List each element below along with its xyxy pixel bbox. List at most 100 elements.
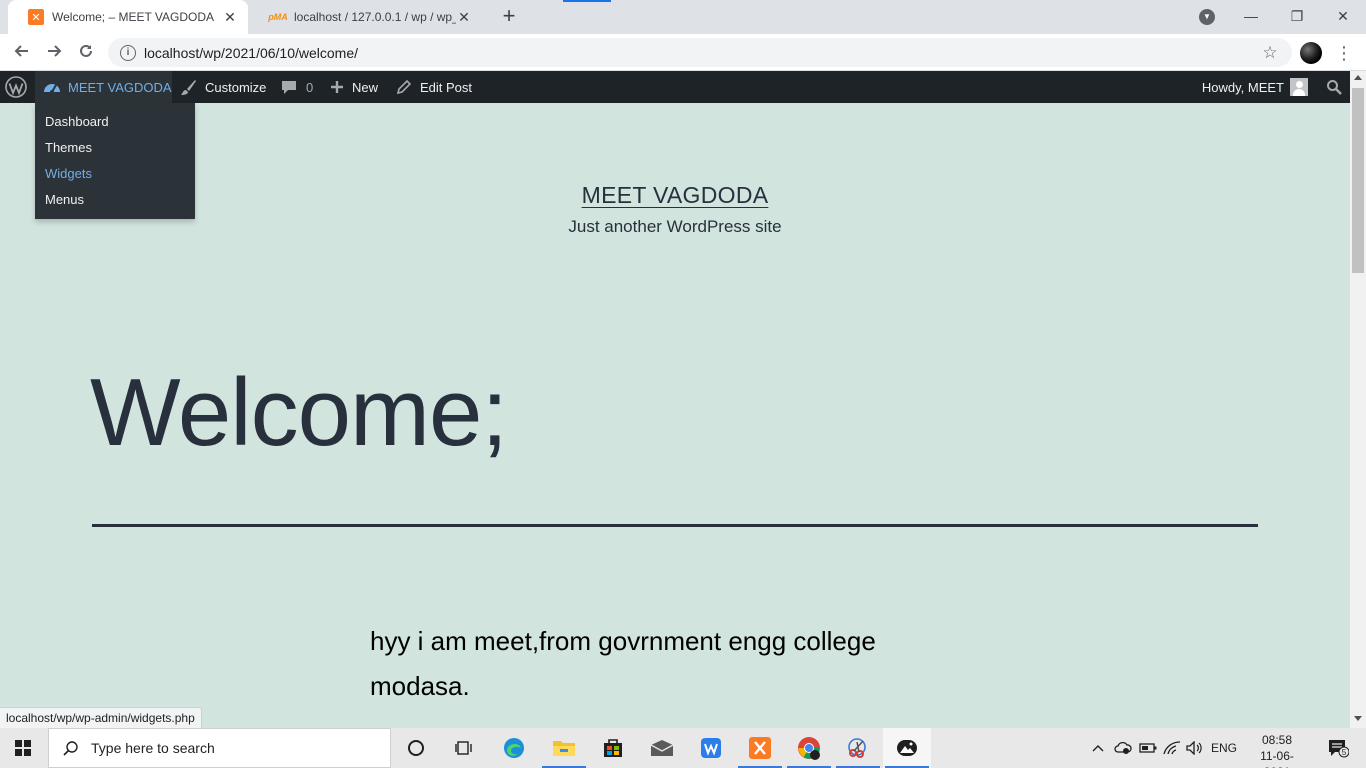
site-description: Just another WordPress site xyxy=(568,217,782,236)
show-hidden-icons-button[interactable] xyxy=(1088,728,1108,768)
forward-button[interactable] xyxy=(40,39,68,67)
wps-office-taskbar-icon[interactable] xyxy=(687,728,735,768)
battery-tray-icon[interactable] xyxy=(1137,728,1159,768)
clock-time: 08:58 xyxy=(1261,733,1293,747)
my-account-menu[interactable]: Howdy, MEET xyxy=(1202,71,1308,103)
cortana-button[interactable] xyxy=(392,728,440,768)
clock-date: 11-06-2021 xyxy=(1260,749,1294,768)
page-content: MEET VAGDODA Just another WordPress site… xyxy=(0,103,1350,728)
edge-taskbar-icon[interactable] xyxy=(490,728,538,768)
action-center-button[interactable]: 5 xyxy=(1318,728,1358,768)
taskbar-clock[interactable]: 08:58 11-06-2021 xyxy=(1248,732,1306,768)
volume-tray-icon[interactable] xyxy=(1184,728,1206,768)
forward-arrow-icon xyxy=(48,45,62,57)
speaker-icon xyxy=(1186,741,1202,755)
mail-taskbar-icon[interactable] xyxy=(638,728,686,768)
edit-post-link[interactable]: Edit Post xyxy=(396,71,472,103)
chrome-taskbar-icon[interactable] xyxy=(785,728,833,768)
store-bag-icon xyxy=(604,739,622,757)
page-scrollbar[interactable] xyxy=(1350,71,1366,728)
howdy-label: Howdy, MEET xyxy=(1201,79,1284,95)
scroll-down-icon[interactable] xyxy=(1354,716,1362,721)
notification-count: 5 xyxy=(1342,748,1347,757)
dropdown-item-themes[interactable]: Themes xyxy=(35,135,195,161)
wordpress-logo-menu[interactable] xyxy=(5,71,27,103)
wifi-icon xyxy=(1163,741,1181,755)
chrome-browser-icon xyxy=(798,737,820,760)
restore-window-button[interactable]: ❐ xyxy=(1274,3,1320,29)
close-tab-icon[interactable]: ✕ xyxy=(456,9,472,26)
start-button[interactable] xyxy=(0,728,46,768)
battery-icon xyxy=(1139,743,1157,753)
input-language-indicator[interactable]: ENG xyxy=(1208,728,1240,768)
xampp-icon: ✕ xyxy=(28,9,44,25)
xampp-taskbar-icon[interactable] xyxy=(736,728,784,768)
tab-search-icon[interactable]: ▼ xyxy=(1199,9,1215,25)
windows-logo-icon xyxy=(15,740,31,756)
profile-avatar[interactable] xyxy=(1300,42,1322,64)
scroll-up-icon[interactable] xyxy=(1354,75,1362,80)
cortana-circle-icon xyxy=(408,740,424,756)
back-arrow-icon xyxy=(14,45,28,57)
snipping-tool-taskbar-icon[interactable] xyxy=(834,728,882,768)
wifi-tray-icon[interactable] xyxy=(1161,728,1183,768)
phpmyadmin-icon: pMA xyxy=(268,12,288,22)
site-title[interactable]: MEET VAGDODA xyxy=(0,182,1350,209)
url-text[interactable]: localhost/wp/2021/06/10/welcome/ xyxy=(144,45,1260,61)
tab-drag-indicator xyxy=(563,0,611,2)
onedrive-tray-icon[interactable] xyxy=(1112,728,1134,768)
tab-title: Welcome; – MEET VAGDODA xyxy=(52,10,215,24)
browser-tab-inactive[interactable]: pMA localhost / 127.0.0.1 / wp / wp_po ✕ xyxy=(250,0,482,34)
dashboard-gauge-icon xyxy=(44,84,60,94)
mail-envelope-icon xyxy=(650,740,674,756)
comments-link[interactable]: 0 xyxy=(281,71,313,103)
task-view-icon xyxy=(455,741,472,755)
comments-count: 0 xyxy=(306,79,314,95)
customize-label: Customize xyxy=(205,79,267,95)
user-avatar-icon xyxy=(1290,78,1308,96)
address-bar[interactable]: i localhost/wp/2021/06/10/welcome/ ☆ xyxy=(108,38,1292,67)
wp-admin-bar: MEET VAGDODA Customize 0 New Edit Post H… xyxy=(0,71,1350,103)
task-view-button[interactable] xyxy=(440,728,488,768)
browser-tab-active[interactable]: ✕ Welcome; – MEET VAGDODA ✕ xyxy=(8,0,248,34)
close-tab-icon[interactable]: ✕ xyxy=(222,9,238,26)
photos-app-icon xyxy=(897,740,917,756)
file-explorer-taskbar-icon[interactable] xyxy=(540,728,588,768)
minimize-window-button[interactable]: — xyxy=(1228,3,1274,29)
pencil-icon xyxy=(396,79,412,95)
reload-button[interactable] xyxy=(72,39,100,67)
dropdown-item-dashboard[interactable]: Dashboard xyxy=(35,109,195,135)
back-button[interactable] xyxy=(8,39,36,67)
store-taskbar-icon[interactable] xyxy=(589,728,637,768)
customize-link[interactable]: Customize xyxy=(180,71,266,103)
new-tab-button[interactable]: + xyxy=(497,5,521,29)
bookmark-star-icon[interactable]: ☆ xyxy=(1260,43,1280,63)
site-info-icon[interactable]: i xyxy=(120,44,136,61)
plus-icon xyxy=(331,81,343,93)
edge-browser-icon xyxy=(504,738,524,758)
photos-taskbar-icon[interactable] xyxy=(883,728,931,768)
close-window-button[interactable]: ✕ xyxy=(1320,3,1366,29)
post-body: hyy i am meet,from govrnment engg colleg… xyxy=(370,626,876,701)
browser-tab-strip: ✕ Welcome; – MEET VAGDODA ✕ pMA localhos… xyxy=(0,0,1366,34)
search-icon xyxy=(1327,80,1342,95)
folder-icon xyxy=(553,741,575,756)
site-name-dropdown: Dashboard Themes Widgets Menus xyxy=(35,103,195,219)
edit-post-label: Edit Post xyxy=(420,79,473,95)
scroll-thumb[interactable] xyxy=(1352,88,1364,273)
dropdown-item-menus[interactable]: Menus xyxy=(35,187,195,213)
site-name-label: MEET VAGDODA xyxy=(68,79,172,95)
dropdown-item-widgets[interactable]: Widgets xyxy=(35,161,195,187)
wordpress-logo-icon xyxy=(5,76,27,98)
browser-menu-icon[interactable]: ⋮ xyxy=(1334,40,1354,66)
windows-taskbar: Type here to search ENG 08:58 11-06- 5 xyxy=(0,728,1366,768)
search-icon xyxy=(63,741,78,756)
reload-icon xyxy=(80,44,92,57)
admin-bar-search[interactable] xyxy=(1326,71,1342,103)
taskbar-search-box[interactable]: Type here to search xyxy=(48,728,391,768)
new-content-link[interactable]: New xyxy=(330,71,378,103)
site-name-menu[interactable]: MEET VAGDODA xyxy=(35,71,172,103)
browser-toolbar: i localhost/wp/2021/06/10/welcome/ ☆ ⋮ xyxy=(0,34,1366,71)
tab-title: localhost / 127.0.0.1 / wp / wp_po xyxy=(294,10,456,24)
taskbar-search-placeholder: Type here to search xyxy=(91,740,215,756)
